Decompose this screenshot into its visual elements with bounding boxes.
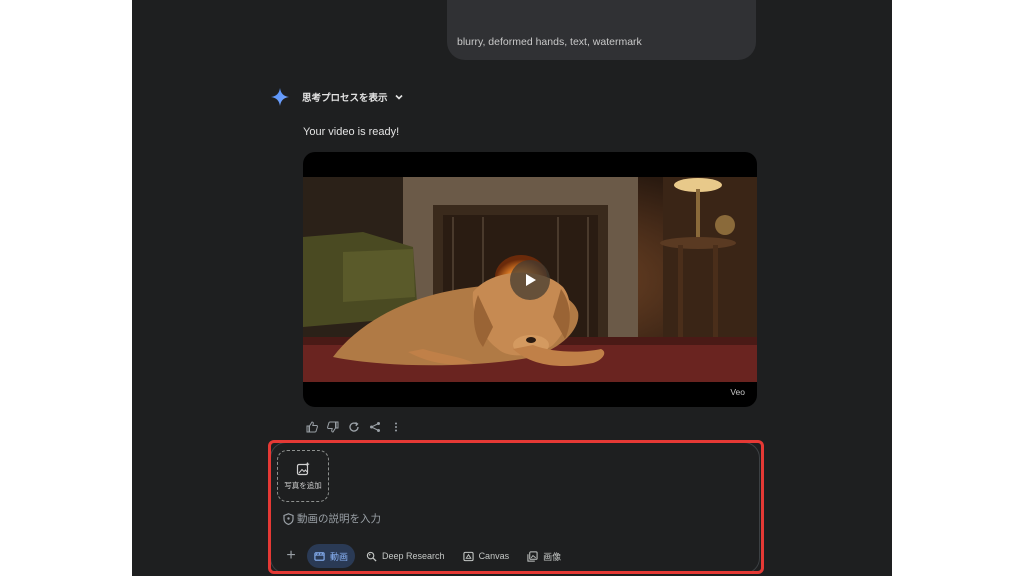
veo-watermark: Veo xyxy=(730,387,745,397)
show-thinking-label: 思考プロセスを表示 xyxy=(302,93,388,104)
add-photo-icon xyxy=(296,462,310,475)
tool-video-label: 動画 xyxy=(330,551,349,562)
canvas-icon xyxy=(462,551,474,561)
chevron-down-icon xyxy=(394,94,403,100)
prompt-input-panel: 写真を追加 + 動画 xyxy=(270,442,760,574)
share-icon xyxy=(369,422,380,432)
input-toolbar: + 動画 Deep Research Canvas 画像 xyxy=(281,543,572,569)
tool-video[interactable]: 動画 xyxy=(307,544,356,568)
tool-deep-research-label: Deep Research xyxy=(382,551,445,561)
regenerate-button[interactable] xyxy=(347,421,360,434)
refresh-icon xyxy=(348,421,359,432)
response-actions xyxy=(305,420,402,434)
show-thinking-toggle[interactable]: 思考プロセスを表示 xyxy=(302,90,404,104)
tool-canvas-label: Canvas xyxy=(478,551,510,561)
video-description-input[interactable] xyxy=(297,511,717,527)
thumbs-down-icon xyxy=(326,421,338,433)
more-vert-icon xyxy=(394,422,397,432)
user-prompt-text: blurry, deformed hands, text, watermark xyxy=(457,36,642,48)
thumbs-up-button[interactable] xyxy=(305,421,318,434)
play-button[interactable] xyxy=(510,260,550,300)
deep-research-icon xyxy=(366,551,377,562)
chat-app-window: blurry, deformed hands, text, watermark … xyxy=(132,0,892,576)
share-button[interactable] xyxy=(368,421,381,434)
more-options-button[interactable] xyxy=(389,421,402,434)
video-player[interactable]: Veo xyxy=(303,152,757,407)
tool-image-label: 画像 xyxy=(543,551,562,562)
tool-canvas[interactable]: Canvas xyxy=(456,544,517,568)
add-photo-label: 写真を追加 xyxy=(284,480,322,490)
tool-image[interactable]: 画像 xyxy=(520,544,568,568)
thumbs-down-button[interactable] xyxy=(326,421,339,434)
image-icon xyxy=(527,550,538,562)
add-photo-button[interactable]: 写真を追加 xyxy=(277,450,329,502)
add-attachment-button[interactable]: + xyxy=(281,546,301,566)
user-prompt-bubble: blurry, deformed hands, text, watermark xyxy=(447,0,756,60)
shield-icon xyxy=(283,513,294,525)
video-icon xyxy=(314,551,325,561)
plus-icon: + xyxy=(286,547,296,564)
thumbs-up-icon xyxy=(306,421,318,433)
gemini-sparkle-icon xyxy=(271,88,289,106)
response-text: Your video is ready! xyxy=(303,126,400,138)
tool-deep-research[interactable]: Deep Research xyxy=(359,544,452,568)
play-icon xyxy=(526,274,536,286)
